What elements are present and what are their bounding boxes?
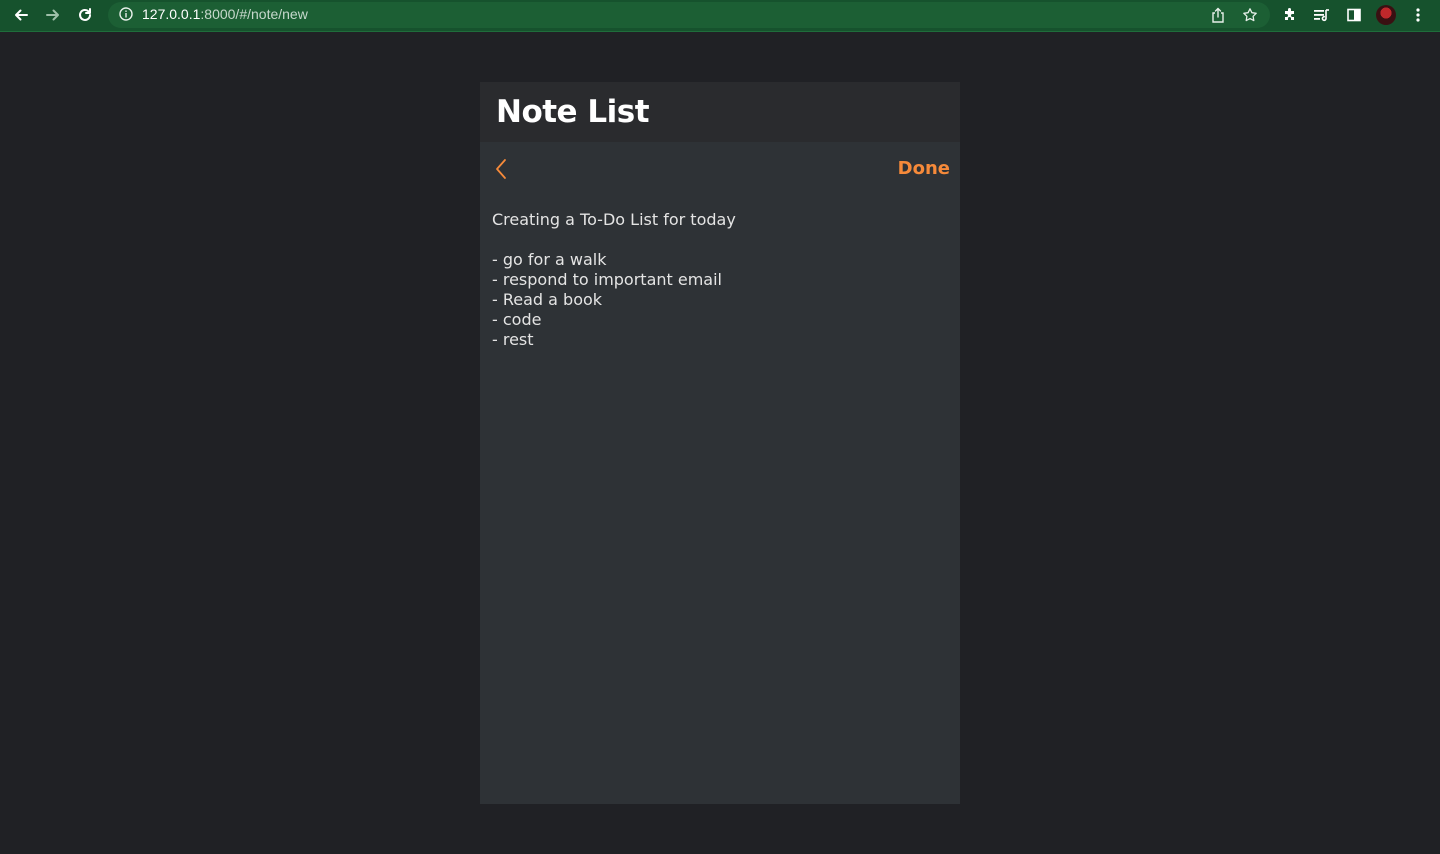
share-icon[interactable] (1205, 0, 1231, 30)
note-card: Note List Done Creating a To-Do List for… (480, 82, 960, 804)
back-button[interactable] (490, 156, 512, 182)
side-panel-icon[interactable] (1340, 0, 1368, 30)
done-button[interactable]: Done (898, 156, 950, 182)
app-header: Note List (480, 82, 960, 142)
avatar-image (1376, 5, 1396, 25)
app-title: Note List (496, 94, 650, 130)
bookmark-star-icon[interactable] (1237, 0, 1263, 30)
chevron-left-icon (496, 159, 506, 179)
address-url[interactable]: 127.0.0.1:8000/#/note/new (142, 0, 308, 29)
reload-icon[interactable] (72, 0, 98, 30)
browser-toolbar: 127.0.0.1:8000/#/note/new (0, 0, 1440, 32)
site-info-icon[interactable] (118, 6, 134, 26)
profile-avatar[interactable] (1372, 0, 1400, 30)
forward-arrow-icon[interactable] (40, 0, 66, 30)
url-host: 127.0.0.1 (142, 6, 201, 22)
media-queue-icon[interactable] (1308, 0, 1336, 30)
note-textarea[interactable]: Creating a To-Do List for today - go for… (492, 210, 948, 790)
back-arrow-icon[interactable] (8, 0, 34, 30)
url-path: :8000/#/note/new (200, 6, 308, 22)
extensions-icon[interactable] (1276, 0, 1304, 30)
menu-kebab-icon[interactable] (1404, 0, 1432, 30)
